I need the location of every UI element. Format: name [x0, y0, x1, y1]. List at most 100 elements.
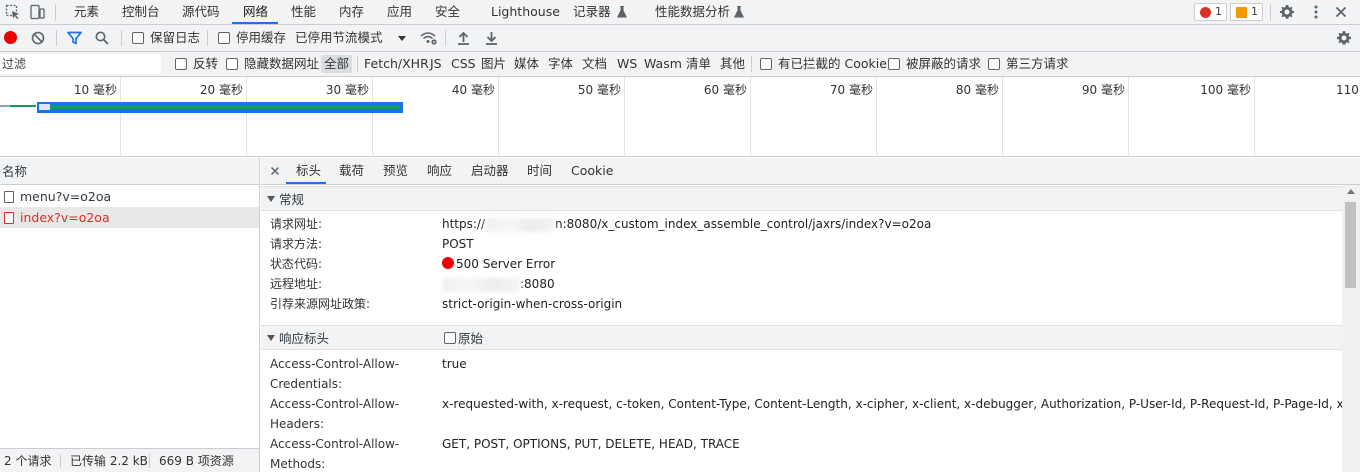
tab-application[interactable]: 应用 [387, 0, 412, 24]
tab-console[interactable]: 控制台 [122, 0, 160, 24]
referrer-policy-value: strict-origin-when-cross-origin [442, 297, 623, 311]
filter-type-all[interactable]: 全部 [321, 55, 353, 73]
filter-type-media[interactable]: 媒体 [514, 52, 539, 76]
request-url-text: n:8080/x_custom_index_assemble_control/j… [555, 217, 932, 231]
tab-cookies[interactable]: Cookie [571, 158, 613, 184]
tab-network[interactable]: 网络 [243, 0, 268, 24]
filter-bar: 反转 隐藏数据网址 全部 Fetch/XHR JS CSS 图片 媒体 字体 文… [0, 52, 1360, 77]
divider [56, 30, 57, 46]
blocked-cookies-checkbox[interactable] [760, 58, 772, 70]
warning-count-badge[interactable]: 1 [1230, 3, 1263, 21]
tab-timing[interactable]: 时间 [527, 158, 552, 184]
referrer-policy-key: 引荐来源网址政策: [270, 297, 371, 311]
filter-icon[interactable] [67, 31, 82, 45]
request-url-prefix: https:// [442, 217, 486, 231]
network-settings-gear-icon[interactable] [1336, 30, 1352, 46]
remote-address-value: :8080 [442, 274, 555, 294]
network-conditions-icon[interactable] [420, 31, 437, 45]
timeline-tick-label: 110 毫 [1336, 83, 1360, 97]
filter-type-css[interactable]: CSS [451, 52, 476, 76]
filter-type-js[interactable]: JS [430, 52, 442, 76]
tab-elements[interactable]: 元素 [74, 0, 99, 24]
tab-recorder[interactable]: 记录器 [573, 0, 611, 24]
filter-input[interactable] [0, 54, 161, 74]
divider [207, 30, 208, 46]
error-count-badge[interactable]: 1 [1194, 3, 1227, 21]
raw-headers-checkbox[interactable] [444, 332, 456, 344]
tab-headers[interactable]: 标头 [296, 158, 321, 184]
tab-memory[interactable]: 内存 [339, 0, 364, 24]
preserve-log-checkbox[interactable] [132, 32, 144, 44]
triangle-down-icon [267, 335, 275, 341]
header-value: GET, POST, OPTIONS, PUT, DELETE, HEAD, T… [442, 437, 740, 451]
device-toolbar-icon[interactable] [29, 4, 45, 20]
tab-lighthouse[interactable]: Lighthouse [491, 0, 560, 24]
tab-security[interactable]: 安全 [435, 0, 460, 24]
details-tabbar: 标头 载荷 预览 响应 启动器 时间 Cookie [261, 158, 1360, 185]
filter-type-fetch-xhr[interactable]: Fetch/XHR [364, 52, 429, 76]
third-party-label: 第三方请求 [1006, 56, 1069, 71]
active-detail-tab-indicator [286, 182, 326, 184]
warning-icon [1236, 7, 1247, 18]
filter-type-doc[interactable]: 文档 [582, 52, 607, 76]
header-name-line1: Access-Control-Allow- [270, 397, 400, 411]
tab-preview[interactable]: 预览 [383, 158, 408, 184]
blocked-requests-label: 被屏蔽的请求 [906, 56, 982, 71]
triangle-down-icon [267, 196, 275, 202]
gear-icon[interactable] [1279, 4, 1295, 20]
header-name-line2: Headers: [270, 417, 324, 431]
search-icon[interactable] [95, 31, 109, 45]
response-headers-section-header[interactable]: 响应标头 原始 [261, 325, 1342, 350]
import-har-icon[interactable] [457, 31, 470, 45]
timeline-tick-label: 30 毫秒 [325, 83, 369, 97]
timeline-gridline [120, 77, 121, 157]
filter-type-img[interactable]: 图片 [481, 52, 506, 76]
close-icon[interactable] [1333, 4, 1349, 20]
request-url-value[interactable]: https:// n:8080/x_custom_index_assemble_c… [442, 214, 931, 234]
tab-initiator[interactable]: 启动器 [471, 158, 509, 184]
export-har-icon[interactable] [485, 31, 498, 45]
tab-payload[interactable]: 载荷 [339, 158, 364, 184]
tab-performance[interactable]: 性能 [291, 0, 316, 24]
throttling-select[interactable]: 已停用节流模式 [295, 25, 383, 51]
invert-checkbox[interactable] [175, 58, 187, 70]
general-section-header[interactable]: 常规 [261, 186, 1342, 211]
divider [149, 454, 150, 468]
clear-icon[interactable] [31, 31, 45, 45]
close-details-icon[interactable] [270, 166, 280, 176]
more-options-icon[interactable] [1308, 4, 1324, 20]
divider [445, 30, 446, 46]
tab-response[interactable]: 响应 [427, 158, 452, 184]
response-headers-title: 响应标头 [279, 331, 330, 346]
hide-data-urls-checkbox[interactable] [226, 58, 238, 70]
header-name-line1: Access-Control-Allow- [270, 357, 400, 371]
scroll-up-icon[interactable] [1347, 189, 1355, 194]
tab-performance-insights[interactable]: 性能数据分析 [655, 0, 730, 24]
scrollbar-thumb[interactable] [1345, 202, 1356, 288]
tab-sources[interactable]: 源代码 [182, 0, 220, 24]
filter-type-ws[interactable]: WS [617, 52, 637, 76]
chevron-down-icon [398, 36, 406, 41]
filter-type-wasm[interactable]: Wasm [644, 52, 682, 76]
inspect-element-icon[interactable] [5, 4, 21, 20]
record-icon[interactable] [4, 31, 17, 44]
filter-type-other[interactable]: 其他 [720, 52, 745, 76]
error-icon [1200, 7, 1211, 18]
blocked-requests-checkbox[interactable] [888, 58, 900, 70]
request-row-index[interactable]: index?v=o2oa [0, 207, 259, 228]
flask-icon [734, 6, 744, 18]
header-value: true [442, 357, 467, 371]
timeline-bar-queue [0, 105, 10, 107]
disable-cache-checkbox[interactable] [218, 32, 230, 44]
timeline-tick-label: 10 毫秒 [73, 83, 117, 97]
request-row-menu[interactable]: menu?v=o2oa [0, 186, 259, 207]
third-party-checkbox[interactable] [988, 58, 1000, 70]
divider [121, 30, 122, 46]
hide-data-urls-label: 隐藏数据网址 [244, 56, 320, 71]
overview-timeline[interactable]: 10 毫秒 20 毫秒 30 毫秒 40 毫秒 50 毫秒 60 毫秒 70 毫秒 80 毫秒… [0, 77, 1360, 157]
redacted-ip [442, 277, 520, 292]
name-column-header[interactable]: 名称 [0, 158, 259, 185]
timeline-tick-label: 90 毫秒 [1081, 83, 1125, 97]
filter-type-manifest[interactable]: 清单 [686, 52, 711, 76]
filter-type-font[interactable]: 字体 [548, 52, 573, 76]
